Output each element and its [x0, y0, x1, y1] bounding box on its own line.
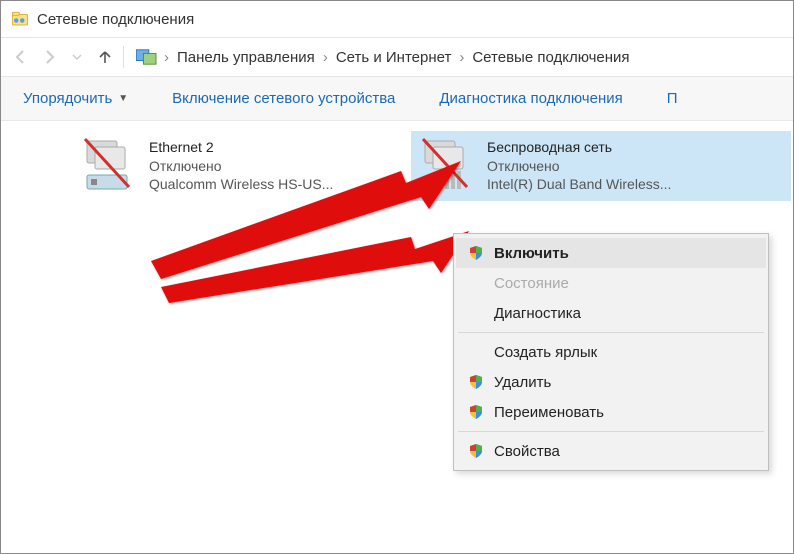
toolbar-enable-device[interactable]: Включение сетевого устройства — [162, 84, 405, 113]
toolbar-organize[interactable]: Упорядочить ▼ — [13, 84, 138, 113]
context-menu: Включить Состояние Диагностика Создать я… — [453, 233, 769, 471]
toolbar-diagnose[interactable]: Диагностика подключения — [429, 84, 632, 113]
ethernet-adapter-icon — [81, 135, 141, 195]
chevron-right-icon[interactable]: › — [457, 49, 466, 66]
connection-status: Отключено — [487, 157, 671, 176]
menu-label: Диагностика — [494, 305, 581, 322]
command-toolbar: Упорядочить ▼ Включение сетевого устройс… — [1, 77, 793, 121]
shield-icon — [468, 245, 484, 261]
nav-row: › Панель управления › Сеть и Интернет › … — [1, 37, 793, 77]
menu-label: Переименовать — [494, 404, 604, 421]
toolbar-more-label: П — [667, 90, 678, 107]
menu-item-create-shortcut[interactable]: Создать ярлык — [456, 337, 766, 367]
menu-separator — [458, 431, 764, 432]
toolbar-enable-label: Включение сетевого устройства — [172, 90, 395, 107]
nav-recent-dropdown[interactable] — [63, 43, 91, 71]
breadcrumb-seg-1[interactable]: Панель управления — [171, 49, 321, 66]
menu-label: Удалить — [494, 374, 551, 391]
shield-icon — [468, 404, 484, 420]
shield-icon — [468, 374, 484, 390]
menu-item-status: Состояние — [456, 268, 766, 298]
nav-separator — [123, 46, 124, 68]
annotation-arrow — [161, 231, 471, 311]
control-panel-icon — [136, 48, 158, 66]
breadcrumb-seg-2[interactable]: Сеть и Интернет — [330, 49, 458, 66]
toolbar-organize-label: Упорядочить — [23, 90, 112, 107]
window-title: Сетевые подключения — [37, 11, 194, 28]
window-titlebar: Сетевые подключения — [1, 1, 793, 37]
dropdown-arrow-icon: ▼ — [118, 93, 128, 104]
connection-name: Беспроводная сеть — [487, 138, 671, 157]
menu-label: Включить — [494, 245, 569, 262]
connection-name: Ethernet 2 — [149, 138, 333, 157]
chevron-right-icon[interactable]: › — [321, 49, 330, 66]
menu-label: Состояние — [494, 275, 569, 292]
menu-item-delete[interactable]: Удалить — [456, 367, 766, 397]
nav-forward-button — [35, 43, 63, 71]
chevron-right-icon[interactable]: › — [162, 49, 171, 66]
connection-item-wireless[interactable]: Беспроводная сеть Отключено Intel(R) Dua… — [411, 131, 791, 201]
toolbar-more[interactable]: П — [657, 84, 688, 113]
toolbar-diagnose-label: Диагностика подключения — [439, 90, 622, 107]
menu-label: Свойства — [494, 443, 560, 460]
menu-item-rename[interactable]: Переименовать — [456, 397, 766, 427]
shield-icon — [468, 443, 484, 459]
menu-item-properties[interactable]: Свойства — [456, 436, 766, 466]
connection-device: Intel(R) Dual Band Wireless... — [487, 175, 671, 194]
breadcrumb[interactable]: › Панель управления › Сеть и Интернет › … — [128, 48, 636, 66]
network-folder-icon — [11, 10, 29, 28]
menu-label: Создать ярлык — [494, 344, 597, 361]
breadcrumb-seg-3[interactable]: Сетевые подключения — [466, 49, 635, 66]
connection-text: Беспроводная сеть Отключено Intel(R) Dua… — [487, 135, 671, 197]
menu-separator — [458, 332, 764, 333]
menu-item-enable[interactable]: Включить — [456, 238, 766, 268]
connections-area: Ethernet 2 Отключено Qualcomm Wireless H… — [1, 121, 793, 141]
nav-back-button — [7, 43, 35, 71]
nav-up-button[interactable] — [91, 43, 119, 71]
menu-item-diagnostics[interactable]: Диагностика — [456, 298, 766, 328]
